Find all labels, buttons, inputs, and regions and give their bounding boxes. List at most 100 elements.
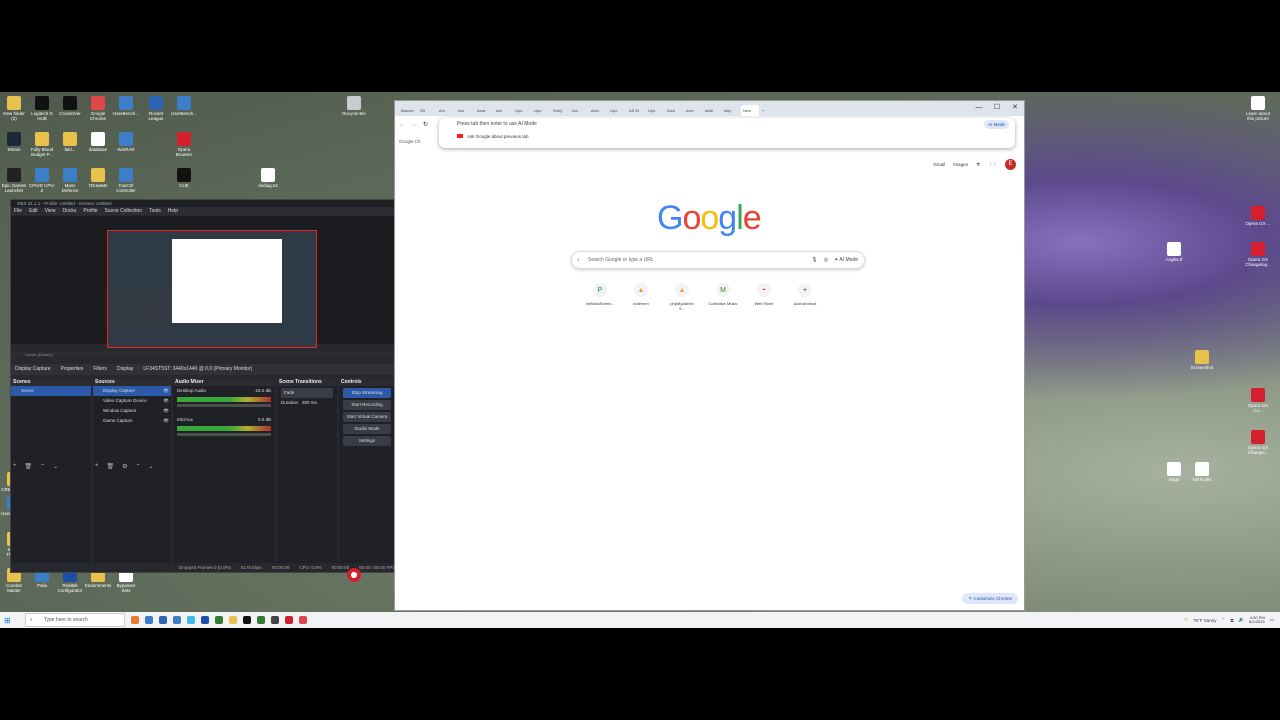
desktop-icon[interactable]: Opera GX ...	[1244, 206, 1272, 231]
desktop-icon[interactable]: Opera GX Changelog...	[1244, 242, 1272, 267]
taskbar-app-icon[interactable]	[242, 616, 251, 624]
shortcut-tile[interactable]: M Collective Music	[708, 283, 738, 311]
browser-tab[interactable]: Dow	[665, 105, 683, 116]
account-avatar[interactable]: E	[1005, 159, 1016, 170]
browser-tab[interactable]: AS El	[627, 105, 645, 116]
browser-tab[interactable]: Anin	[589, 105, 607, 116]
maximize-button[interactable]: ☐	[988, 101, 1006, 114]
clock[interactable]: 4:30 PM 8/1/2025	[1249, 615, 1265, 625]
desktop-icon[interactable]: UserBench...	[112, 96, 140, 121]
notifications-icon[interactable]: ▭	[1270, 617, 1274, 623]
browser-tab[interactable]: Str	[418, 105, 436, 116]
control-button[interactable]: Start Recording	[343, 400, 391, 410]
search-box[interactable]: ⌕ Search Google or type a URL 🎙 ◎ ✦ AI M…	[571, 251, 865, 269]
browser-tab[interactable]: Ama	[475, 105, 493, 116]
visibility-icon[interactable]: 👁	[163, 416, 169, 426]
transition-select[interactable]: Fade	[281, 388, 333, 398]
source-item[interactable]: Window Capture 👁	[93, 406, 171, 416]
lens-icon[interactable]: ◎	[824, 252, 828, 268]
add-icon[interactable]: +	[95, 463, 99, 470]
desktop-icon[interactable]: CPUID CPU-Z	[28, 168, 56, 193]
close-button[interactable]: ✕	[1006, 101, 1024, 114]
desktop-icon[interactable]: UserBench...	[170, 96, 198, 121]
browser-tab[interactable]: Upo	[513, 105, 531, 116]
images-link[interactable]: Images	[953, 162, 968, 167]
gmail-link[interactable]: Gmail	[933, 162, 945, 167]
start-icon[interactable]: ⊞	[4, 616, 11, 625]
customize-chrome-button[interactable]: ✎ Customize Chrome	[962, 593, 1018, 604]
chrome-window[interactable]: Banner Str Ani Ani Ama Ani Upo Upo Surfy Ani Anin U…	[394, 100, 1025, 611]
weather-label[interactable]: 76°F Sunny	[1193, 618, 1217, 623]
desktop-icon[interactable]: fabl...	[56, 132, 84, 157]
desktop-icon[interactable]: Bugs	[1160, 462, 1188, 487]
menu-item[interactable]: View	[45, 207, 56, 215]
browser-tab[interactable]: Ani	[494, 105, 512, 116]
down-icon[interactable]: ⌄	[149, 463, 154, 470]
source-item[interactable]: Game Capture 👁	[93, 416, 171, 426]
desktop-icon[interactable]: FanCtrl Controller	[112, 168, 140, 193]
forward-icon[interactable]: →	[411, 122, 417, 128]
desktop-icon[interactable]: WinRAR	[112, 132, 140, 157]
omnibox-input-row[interactable]: Press tab then enter to use AI Mode AI M…	[439, 118, 1015, 131]
desktop-icon[interactable]: Screenshot	[1188, 350, 1216, 375]
scene-item[interactable]: Scene	[11, 386, 91, 396]
properties-button[interactable]: Properties	[61, 364, 84, 375]
desktop-icon[interactable]: Fully Blood Budget P...	[28, 132, 56, 157]
control-button[interactable]: Settings	[343, 436, 391, 446]
shortcut-tile[interactable]: + Add shortcut	[790, 283, 820, 311]
desktop-icon[interactable]: Mass Defence	[56, 168, 84, 193]
desktop-icon[interactable]: Opera GX Co...	[1244, 388, 1272, 413]
menu-item[interactable]: Help	[168, 207, 178, 215]
taskbar-app-icon[interactable]	[186, 616, 195, 624]
browser-tab[interactable]: Upo	[646, 105, 664, 116]
menu-item[interactable]: Docks	[62, 207, 76, 215]
source-item[interactable]: Display Capture 👁	[93, 386, 171, 396]
taskbar-app-icon[interactable]	[284, 616, 293, 624]
desktop-icon[interactable]: dxdiag.txt	[254, 168, 282, 193]
desktop-icon[interactable]: Rocket League	[142, 96, 170, 121]
source-item[interactable]: Video Capture Device 👁	[93, 396, 171, 406]
up-icon[interactable]: ⌃	[136, 463, 141, 470]
bookmark-item[interactable]: Google Ch	[399, 139, 421, 144]
taskbar-app-icon[interactable]	[158, 616, 167, 624]
back-icon[interactable]: ←	[399, 122, 405, 128]
menu-item[interactable]: File	[14, 207, 22, 215]
desktop-icon[interactable]: CUE	[170, 168, 198, 193]
desktop-icon[interactable]: CrossOver	[56, 96, 84, 121]
filters-button[interactable]: Filters	[93, 364, 107, 375]
desktop-icon[interactable]: Nill Rules	[1188, 462, 1216, 487]
menu-item[interactable]: Scene Collection	[105, 207, 143, 215]
add-icon[interactable]: +	[13, 463, 17, 470]
desktop-icon[interactable]: database	[84, 132, 112, 157]
omnibox-text[interactable]: Press tab then enter to use AI Mode	[457, 118, 537, 131]
browser-tab[interactable]: Ani	[456, 105, 474, 116]
browser-tab[interactable]: Upo	[532, 105, 550, 116]
duration-input[interactable]: 300 ms	[302, 400, 317, 405]
control-button[interactable]: Stop Streaming	[343, 388, 391, 398]
shortcut-tile[interactable]: P/ef/ticks/livestr...	[585, 283, 615, 311]
desktop-audio-slider[interactable]	[177, 404, 271, 407]
opera-desktop-icon[interactable]	[340, 568, 368, 583]
taskbar-app-icon[interactable]	[214, 616, 223, 624]
volume-icon[interactable]: 🔊	[1239, 617, 1245, 623]
minimize-button[interactable]: —	[970, 101, 988, 114]
network-icon[interactable]: ⧉	[1230, 618, 1233, 623]
ai-mode-button[interactable]: ✦ AI Mode	[834, 252, 858, 268]
omnibox-dropdown[interactable]: Press tab then enter to use AI Mode AI M…	[439, 118, 1015, 148]
apps-icon[interactable]: ⋮⋮	[988, 162, 997, 168]
remove-icon[interactable]: 🗑	[25, 463, 33, 470]
desktop-icon[interactable]: Google Chrome	[84, 96, 112, 121]
taskbar-app-icon[interactable]	[270, 616, 279, 624]
browser-tab[interactable]: New	[741, 105, 759, 116]
visibility-icon[interactable]: 👁	[163, 386, 169, 396]
reload-icon[interactable]: ↻	[423, 121, 428, 128]
control-button[interactable]: Start Virtual Camera	[343, 412, 391, 422]
browser-tab[interactable]: Surfy	[551, 105, 569, 116]
up-icon[interactable]: ⌃	[40, 463, 45, 470]
visibility-icon[interactable]: 👁	[163, 406, 169, 416]
taskbar-app-icon[interactable]	[228, 616, 237, 624]
desktop-icon[interactable]: Steam	[0, 132, 28, 157]
taskbar-app-icon[interactable]	[130, 616, 139, 624]
taskbar-app-icon[interactable]	[256, 616, 265, 624]
tray-overflow-icon[interactable]: ⌃	[1222, 617, 1226, 623]
